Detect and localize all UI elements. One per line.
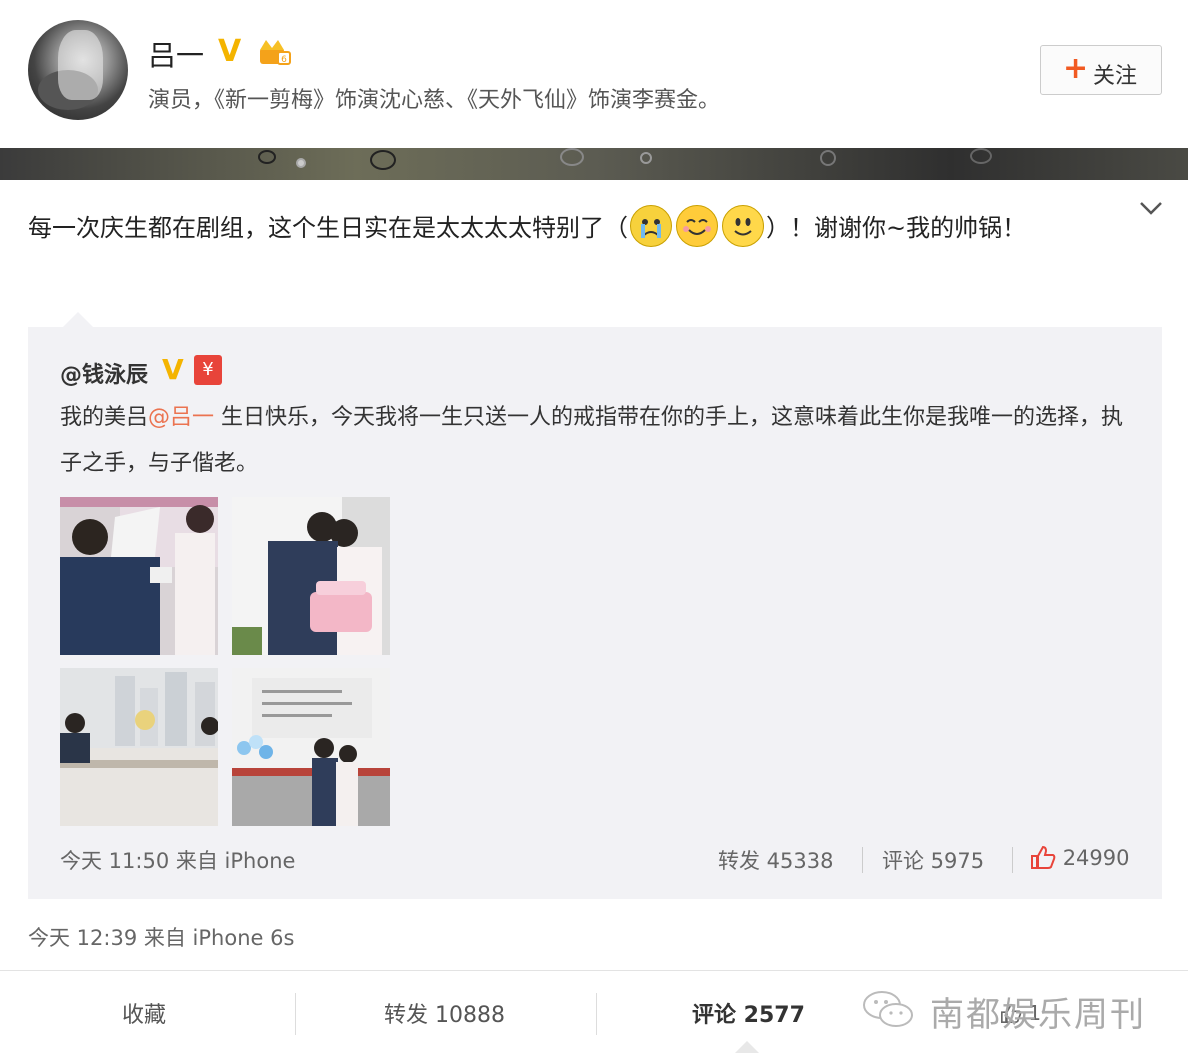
repost-count-button[interactable]: 转发 45338 (718, 845, 833, 875)
divider (862, 847, 863, 873)
active-tab-indicator (735, 1041, 759, 1053)
repost-text-part2: 生日快乐，今天我将一生只送一人的戒指带在你的手上，这意味着此生你是我唯一的选择，… (60, 405, 1124, 476)
repost-pointer (62, 312, 94, 328)
photo-3[interactable] (60, 668, 218, 826)
smiling-face-icon (676, 205, 718, 247)
svg-text:6: 6 (281, 55, 287, 65)
repost-text-part1: 我的美吕 (60, 405, 149, 430)
thumbs-up-icon (1031, 845, 1056, 869)
repost-button[interactable]: 转发 10888 (384, 997, 505, 1029)
crying-face-icon (630, 205, 672, 247)
post-text-part1: 每一次庆生都在剧组，这个生日实在是太太太太特别了（ (28, 214, 628, 242)
action-bar: 收藏 转发 10888 评论 2577 1 南都娱乐周刊 (0, 970, 1188, 1063)
divider (596, 993, 597, 1035)
member-crown-icon: 6 (260, 40, 291, 65)
profile-name[interactable]: 吕一 (148, 34, 204, 74)
cover-banner (0, 148, 1188, 180)
repost-username[interactable]: @钱泳辰 (60, 357, 148, 389)
post-timestamp: 今天 12:39 来自 iPhone 6s (28, 926, 295, 950)
comment-count-button[interactable]: 评论 5975 (882, 845, 984, 875)
comment-button[interactable]: 评论 2577 (692, 997, 805, 1029)
follow-label: 关注 (1093, 64, 1138, 89)
watermark: 南都娱乐周刊 (930, 995, 1146, 1035)
post-text: 每一次庆生都在剧组，这个生日实在是太太太太特别了（ ）！谢谢你~我的帅锅！ (28, 205, 1118, 251)
profile-bio: 演员，《新一剪梅》饰演沈心慈、《天外飞仙》饰演李赛金。 (148, 88, 721, 113)
chevron-down-icon[interactable] (1138, 198, 1164, 218)
like-button[interactable]: 24990 (1030, 845, 1130, 870)
mention-link[interactable]: @吕一 (148, 405, 214, 430)
favorite-button[interactable]: 收藏 (122, 997, 166, 1029)
red-envelope-icon: ¥ (194, 355, 222, 385)
avatar[interactable] (28, 20, 128, 120)
post-text-part2: ）！谢谢你~我的帅锅！ (766, 214, 1027, 242)
plus-icon: + (1063, 51, 1089, 86)
profile-header: 吕一 V 6 演员，《新一剪梅》饰演沈心慈、《天外飞仙》饰演李赛金。 + 关注 (0, 0, 1188, 148)
divider (1012, 847, 1013, 873)
follow-button[interactable]: + 关注 (1040, 45, 1162, 95)
photo-1[interactable] (60, 497, 218, 655)
smiley-face-icon (722, 205, 764, 247)
divider (295, 993, 296, 1035)
reposted-card[interactable]: @钱泳辰 V ¥ 我的美吕@吕一 生日快乐，今天我将一生只送一人的戒指带在你的手… (28, 327, 1162, 899)
photo-2[interactable] (232, 497, 390, 655)
repost-text: 我的美吕@吕一 生日快乐，今天我将一生只送一人的戒指带在你的手上，这意味着此生你… (60, 395, 1140, 487)
photo-4[interactable] (232, 668, 390, 826)
verified-badge-icon: V (218, 34, 242, 69)
wechat-icon (863, 991, 913, 1027)
verified-badge-icon: V (162, 353, 184, 386)
repost-timestamp: 今天 11:50 来自 iPhone (60, 849, 296, 873)
like-count: 24990 (1062, 846, 1130, 870)
